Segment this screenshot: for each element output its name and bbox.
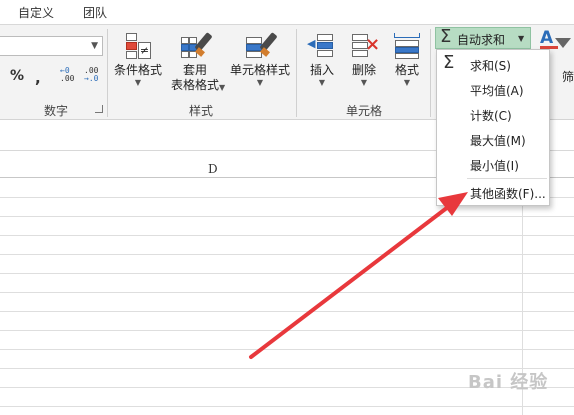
- grid-row-line: [0, 311, 574, 312]
- chevron-down-icon: ▼: [256, 78, 264, 87]
- menu-item-label: 求和(S): [470, 59, 511, 73]
- ribbon-tab-bar: 自定义 团队: [0, 0, 574, 24]
- conditional-format-icon: ≠: [123, 31, 153, 61]
- menu-item-label: 平均值(A): [470, 84, 524, 98]
- comma-style-button[interactable]: ,: [35, 69, 41, 87]
- arrow-shaft: [249, 205, 450, 359]
- grid-row-line: [0, 406, 574, 407]
- sort-filter-icon[interactable]: A: [540, 28, 553, 48]
- format-as-table-icon: [180, 31, 213, 61]
- menu-item-more-functions[interactable]: 其他函数(F)...: [437, 181, 549, 205]
- autosum-button[interactable]: Σ 自动求和 ▼: [435, 26, 531, 49]
- menu-item-label: 其他函数(F)...: [470, 187, 546, 201]
- insert-cells-icon: ◀: [307, 31, 337, 61]
- chevron-down-icon: ▼: [403, 78, 411, 87]
- format-as-table-line2: 表格格式: [170, 78, 219, 92]
- grid-row-line: [0, 292, 574, 293]
- chevron-down-icon: ▼: [134, 78, 142, 87]
- grid-row-line: [0, 330, 574, 331]
- menu-separator: [467, 178, 547, 179]
- format-cells-label: 格式: [394, 63, 419, 77]
- grid-row-line: [0, 216, 574, 217]
- conditional-format-label: 条件格式: [113, 63, 162, 77]
- chevron-down-icon: ▼: [318, 78, 326, 87]
- menu-item-count[interactable]: 计数(C): [437, 103, 549, 127]
- menu-item-average[interactable]: 平均值(A): [437, 78, 549, 102]
- sigma-icon: Σ: [443, 52, 455, 73]
- increase-decimal-bottom: .00: [60, 74, 75, 83]
- column-header-d[interactable]: D: [208, 162, 218, 176]
- format-as-table-button[interactable]: 套用 表格格式: [164, 31, 226, 93]
- group-divider: [107, 29, 108, 117]
- delete-cells-button[interactable]: × 删除 ▼: [344, 31, 384, 88]
- insert-cells-button[interactable]: ◀ 插入 ▼: [302, 31, 342, 88]
- menu-item-max[interactable]: 最大值(M): [437, 128, 549, 152]
- number-dialog-launcher-icon[interactable]: [95, 105, 103, 113]
- chevron-down-icon[interactable]: ▼: [219, 83, 225, 92]
- delete-cells-label: 删除: [351, 63, 376, 77]
- percent-style-button[interactable]: %: [10, 68, 24, 84]
- insert-cells-label: 插入: [309, 63, 334, 77]
- conditional-format-button[interactable]: ≠ 条件格式 ▼: [112, 31, 164, 88]
- menu-item-label: 计数(C): [470, 109, 512, 123]
- tab-team[interactable]: 团队: [83, 4, 107, 21]
- group-divider: [296, 29, 297, 117]
- cell-styles-button[interactable]: 单元格样式 ▼: [228, 31, 292, 88]
- sigma-icon: Σ: [440, 26, 452, 47]
- watermark: Bai 经验: [468, 364, 568, 404]
- decrease-decimal-bottom: →.0: [84, 74, 99, 83]
- decrease-decimal-button[interactable]: .00 →.0: [84, 67, 104, 89]
- grid-row-line: [0, 349, 574, 350]
- grid-row-line: [0, 254, 574, 255]
- number-group-label: 数字: [44, 104, 69, 118]
- cell-styles-label: 单元格样式: [229, 63, 290, 77]
- filter-funnel-icon[interactable]: [555, 38, 571, 48]
- format-as-table-line1: 套用: [182, 63, 207, 77]
- tab-customize[interactable]: 自定义: [18, 4, 54, 21]
- grid-row-line: [0, 273, 574, 274]
- delete-cells-icon: ×: [349, 31, 380, 61]
- menu-item-sum[interactable]: Σ 求和(S): [437, 52, 549, 77]
- increase-decimal-button[interactable]: ←0 .00: [60, 67, 80, 89]
- chevron-down-icon[interactable]: ▼: [91, 41, 98, 51]
- number-format-dropdown[interactable]: ▼: [0, 36, 103, 56]
- chevron-down-icon[interactable]: ▼: [518, 34, 524, 43]
- chevron-down-icon: ▼: [360, 78, 368, 87]
- sort-filter-label: 筛: [562, 70, 574, 84]
- format-cells-icon: [392, 31, 422, 61]
- group-divider: [430, 29, 431, 117]
- format-cells-button[interactable]: 格式 ▼: [388, 31, 426, 88]
- grid-row-line: [0, 235, 574, 236]
- menu-item-label: 最大值(M): [470, 134, 526, 148]
- menu-item-label: 最小值(I): [470, 159, 519, 173]
- cells-group-label: 单元格: [346, 104, 383, 118]
- autosum-label: 自动求和: [457, 33, 506, 47]
- autosum-dropdown-menu: Σ 求和(S) 平均值(A) 计数(C) 最大值(M) 最小值(I) 其他函数(…: [436, 49, 550, 206]
- styles-group-label: 样式: [189, 104, 214, 118]
- watermark-text: Bai 经验: [468, 372, 549, 393]
- cell-styles-icon: [245, 31, 278, 61]
- menu-item-min[interactable]: 最小值(I): [437, 153, 549, 177]
